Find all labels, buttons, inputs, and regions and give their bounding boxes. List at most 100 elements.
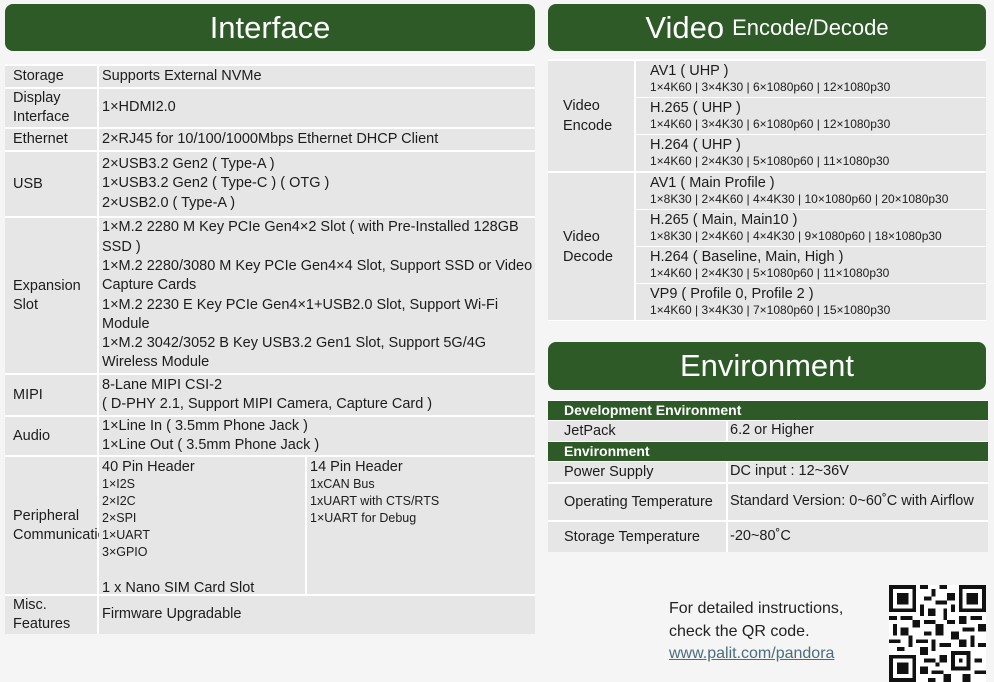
pin40-item: 1×UART [102,528,151,542]
expansion-line: 1×M.2 2230 E Key PCIe Gen4×1+USB2.0 Slot… [102,296,499,332]
codec-name: VP9 ( Profile 0, Profile 2 ) [650,286,814,302]
ethernet-row: Ethernet 2×RJ45 for 10/100/1000Mbps Ethe… [5,129,535,150]
display-value: 1×HDMI2.0 [102,99,176,116]
usb-row: USB 2×USB3.2 Gen2 ( Type-A ) 1×USB3.2 Ge… [5,152,535,216]
expansion-line: 1×M.2 3042/3052 B Key USB3.2 Gen1 Slot, … [102,335,487,371]
mipi-label: MIPI [5,375,97,415]
qr-instructions: For detailed instructions, check the QR … [669,597,843,643]
pin14-header: 14 Pin Header [310,459,403,475]
encode-codec-row: H.265 ( UHP ) 1×4K60 | 3×4K30 | 6×1080p6… [636,98,986,134]
usb-line: 1×USB3.2 Gen2 ( Type-C ) ( OTG ) [102,175,330,192]
peripheral-row: Peripheral Communication 40 Pin Header 1… [5,457,535,596]
note-line: For detailed instructions, [669,600,844,617]
expansion-label: Expansion Slot [5,218,97,373]
expansion-line: 1×M.2 2280/3080 M Key PCIe Gen4×4 Slot, … [102,257,533,294]
codec-spec: 1×4K60 | 3×4K30 | 6×1080p60 | 12×1080p30 [650,80,891,94]
environment-title: Environment [679,348,855,383]
misc-value: Firmware Upgradable [102,606,242,623]
ethernet-label: Ethernet [5,129,97,150]
codec-spec: 1×4K60 | 3×4K30 | 7×1080p60 | 15×1080p30 [650,303,891,317]
pin14-item: 1xCAN Bus [310,477,375,491]
codec-name: H.265 ( Main, Main10 ) [650,212,798,228]
misc-label: Misc. Features [5,596,97,634]
encode-codec-row: AV1 ( UHP ) 1×4K60 | 3×4K30 | 6×1080p60 … [636,61,986,97]
mipi-line: ( D-PHY 2.1, Support MIPI Camera, Captur… [102,396,433,412]
video-banner: Video Encode/Decode [548,4,986,51]
codec-spec: 1×8K30 | 2×4K60 | 4×4K30 | 9×1080p60 | 1… [650,229,942,243]
decode-label: Video Decode [548,173,634,320]
pin40-item: 1×I2S [102,477,136,491]
decode-codec-row: H.264 ( Baseline, Main, High ) 1×4K60 | … [636,247,986,283]
misc-row: Misc. Features Firmware Upgradable [5,596,535,634]
codec-spec: 1×4K60 | 3×4K30 | 6×1080p60 | 12×1080p30 [650,117,891,131]
decode-codec-row: H.265 ( Main, Main10 ) 1×8K30 | 2×4K60 |… [636,210,986,246]
storage-row: Storage Supports External NVMe [5,66,535,87]
mipi-row: MIPI 8-Lane MIPI CSI-2 ( D-PHY 2.1, Supp… [5,375,535,415]
usb-line: 2×USB3.2 Gen2 ( Type-A ) [102,156,275,173]
codec-name: AV1 ( Main Profile ) [650,175,775,191]
expansion-line: 1×M.2 2280 M Key PCIe Gen4×2 Slot ( with… [102,219,519,255]
op-temp-row: Operating Temperature Standard Version: … [548,484,988,520]
ethernet-value: 2×RJ45 for 10/100/1000Mbps Ethernet DHCP… [102,130,439,147]
qr-code-icon [889,585,986,682]
op-temp-value: Standard Version: 0~60˚C with Airflow [728,484,988,520]
audio-label: Audio [5,417,97,455]
pin14-item: 1×UART for Debug [310,511,417,525]
environment-table: Development Environment JetPack 6.2 or H… [548,400,988,552]
codec-spec: 1×8K30 | 2×4K60 | 4×4K30 | 10×1080p60 | … [650,192,949,206]
mipi-line: 8-Lane MIPI CSI-2 [102,376,223,393]
expansion-row: Expansion Slot 1×M.2 2280 M Key PCIe Gen… [5,218,535,373]
codec-spec: 1×4K60 | 2×4K30 | 5×1080p60 | 11×1080p30 [650,154,890,168]
usb-label: USB [5,152,97,216]
audio-line: 1×Line In ( 3.5mm Phone Jack ) [102,417,308,434]
audio-row: Audio 1×Line In ( 3.5mm Phone Jack ) 1×L… [5,417,535,455]
power-key: Power Supply [548,462,726,482]
note-line: check the QR code. [669,623,810,640]
pin40-item: 2×I2C [102,494,136,508]
audio-line: 1×Line Out ( 3.5mm Phone Jack ) [102,437,320,453]
pin40-column: 40 Pin Header 1×I2S 2×I2C 2×SPI 1×UART 3… [99,457,305,596]
power-value: DC input : 12~36V [728,462,988,482]
pin40-item: 2×SPI [102,511,137,525]
jetpack-row: JetPack 6.2 or Higher [548,421,988,441]
interface-table: Storage Supports External NVMe Display I… [5,64,535,634]
env-header: Environment [548,442,988,461]
op-temp-key: Operating Temperature [548,484,726,520]
codec-name: H.264 ( Baseline, Main, High ) [650,249,844,265]
video-subtitle: Encode/Decode [732,14,889,40]
encode-group: Video Encode AV1 ( UHP ) 1×4K60 | 3×4K30… [548,61,986,171]
jetpack-key: JetPack [548,421,726,441]
decode-group: Video Decode AV1 ( Main Profile ) 1×8K30… [548,173,986,320]
interface-banner: Interface [5,4,535,51]
pin40-header: 40 Pin Header [102,459,195,475]
encode-codec-row: H.264 ( UHP ) 1×4K60 | 2×4K30 | 5×1080p6… [636,135,986,171]
codec-name: H.265 ( UHP ) [650,100,741,116]
sim-slot: 1 x Nano SIM Card Slot [102,580,255,596]
encode-label: Video Encode [548,61,634,171]
decode-codec-row: VP9 ( Profile 0, Profile 2 ) 1×4K60 | 3×… [636,284,986,320]
display-label: Display Interface [5,89,97,127]
codec-name: AV1 ( UHP ) [650,63,729,79]
storage-value: Supports External NVMe [102,67,262,84]
dev-env-header: Development Environment [548,401,988,420]
usb-line: 2×USB2.0 ( Type-A ) [102,194,236,211]
interface-title: Interface [209,9,331,45]
video-title: Video [645,9,725,45]
pin14-item: 1xUART with CTS/RTS [310,494,440,508]
jetpack-value: 6.2 or Higher [728,421,988,441]
peripheral-label: Peripheral Communication [5,457,114,594]
storage-label: Storage [5,66,97,87]
storage-temp-value: -20~80˚C [728,522,988,552]
decode-codec-row: AV1 ( Main Profile ) 1×8K30 | 2×4K60 | 4… [636,173,986,209]
pandora-link[interactable]: www.palit.com/pandora [669,645,834,663]
environment-banner: Environment [548,342,986,390]
codec-name: H.264 ( UHP ) [650,137,741,153]
storage-temp-row: Storage Temperature -20~80˚C [548,522,988,552]
video-table: Video Encode AV1 ( UHP ) 1×4K60 | 3×4K30… [548,59,986,321]
power-row: Power Supply DC input : 12~36V [548,462,988,482]
codec-spec: 1×4K60 | 2×4K30 | 5×1080p60 | 11×1080p30 [650,266,890,280]
pin40-item: 3×GPIO [102,545,148,559]
display-row: Display Interface 1×HDMI2.0 [5,89,535,127]
storage-temp-key: Storage Temperature [548,522,726,552]
pin14-column: 14 Pin Header 1xCAN Bus 1xUART with CTS/… [307,457,535,594]
